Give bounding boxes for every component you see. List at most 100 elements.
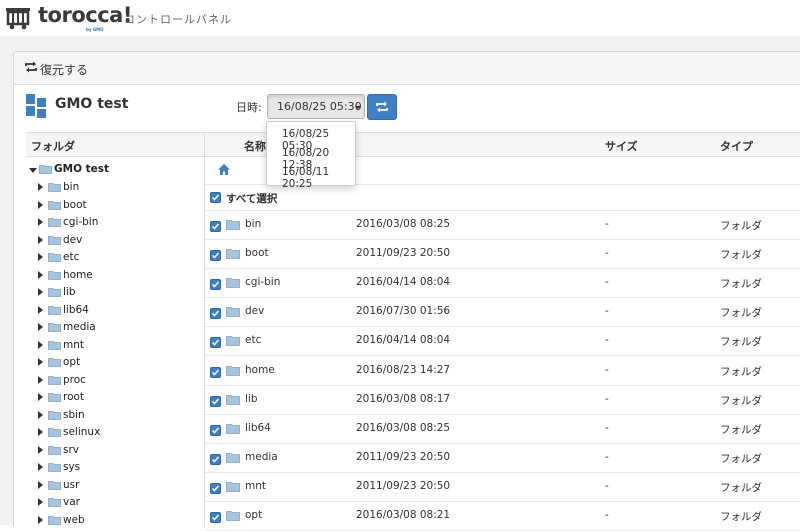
- tree-item-bin[interactable]: bin: [26, 181, 204, 195]
- panel-heading: 復元する: [14, 52, 800, 85]
- row-checkbox[interactable]: [210, 424, 221, 436]
- folder-icon: [48, 305, 61, 315]
- caret-right-icon[interactable]: [38, 183, 43, 191]
- folder-icon: [48, 253, 61, 262]
- select-all-checkbox[interactable]: [210, 192, 221, 203]
- table-row[interactable]: mnt 2011/09/23 20:50 - フォルダ: [205, 472, 800, 502]
- row-checkbox[interactable]: [210, 482, 221, 494]
- row-checkbox[interactable]: [210, 279, 221, 291]
- tree-item-web[interactable]: web: [26, 514, 204, 528]
- col-name-header[interactable]: 名称: [244, 138, 266, 154]
- caret-right-icon[interactable]: [38, 393, 43, 401]
- tree-item-cgi-bin[interactable]: cgi-bin: [26, 216, 204, 230]
- tree-item-usr[interactable]: usr: [26, 479, 204, 493]
- row-checkbox[interactable]: [210, 250, 221, 262]
- caret-right-icon[interactable]: [38, 410, 43, 419]
- row-name[interactable]: mnt: [245, 480, 266, 492]
- row-checkbox[interactable]: [210, 308, 221, 320]
- row-name[interactable]: lib64: [245, 422, 271, 434]
- caret-right-icon[interactable]: [38, 305, 43, 314]
- table-row[interactable]: bin 2016/03/08 08:25 - フォルダ: [205, 210, 800, 240]
- caret-right-icon[interactable]: [38, 375, 43, 384]
- row-checkbox[interactable]: [210, 337, 221, 349]
- tree-item-sys[interactable]: sys: [26, 461, 204, 475]
- row-name[interactable]: etc: [245, 334, 261, 346]
- tree-item-root[interactable]: root: [26, 391, 204, 405]
- tree-root[interactable]: GMO test: [26, 163, 204, 177]
- datetime-option[interactable]: 16/08/11 20:25: [282, 166, 355, 190]
- caret-right-icon[interactable]: [38, 200, 43, 209]
- tree-item-media[interactable]: media: [26, 321, 204, 335]
- row-name[interactable]: media: [245, 451, 278, 463]
- col-type-header[interactable]: タイプ: [720, 138, 753, 154]
- table-row[interactable]: lib 2016/03/08 08:17 - フォルダ: [205, 385, 800, 415]
- tree-item-lib64[interactable]: lib64: [26, 304, 204, 318]
- tree-item-proc[interactable]: proc: [26, 374, 204, 388]
- caret-right-icon[interactable]: [38, 253, 43, 261]
- table-row[interactable]: cgi-bin 2016/04/14 08:04 - フォルダ: [205, 268, 800, 299]
- col-size-header[interactable]: サイズ: [605, 138, 638, 154]
- table-row[interactable]: etc 2016/04/14 08:04 - フォルダ: [205, 326, 800, 357]
- tree-item-opt[interactable]: opt: [26, 356, 204, 370]
- table-row[interactable]: dev 2016/07/30 01:56 - フォルダ: [205, 297, 800, 328]
- row-name[interactable]: dev: [245, 305, 264, 317]
- logo-text[interactable]: torocca!: [38, 3, 132, 27]
- tree-item-var[interactable]: var: [26, 496, 204, 510]
- table-row[interactable]: boot 2011/09/23 20:50 - フォルダ: [205, 239, 800, 270]
- tree-item-selinux[interactable]: selinux: [26, 426, 204, 440]
- caret-right-icon[interactable]: [38, 235, 43, 244]
- tree-item-boot[interactable]: boot: [26, 199, 204, 213]
- folder-icon: [226, 307, 240, 318]
- tree-item-srv[interactable]: srv: [26, 444, 204, 458]
- tree-root-label: GMO test: [54, 163, 110, 175]
- folder-icon: [48, 323, 61, 332]
- folder-tree-header: フォルダ: [26, 133, 204, 157]
- caret-right-icon[interactable]: [38, 498, 43, 506]
- caret-right-icon[interactable]: [38, 463, 43, 471]
- table-row[interactable]: opt 2016/03/08 08:21 - フォルダ: [205, 501, 800, 531]
- row-size: -: [605, 509, 609, 521]
- caret-right-icon[interactable]: [38, 445, 43, 454]
- row-checkbox[interactable]: [210, 395, 221, 407]
- row-name[interactable]: boot: [245, 247, 269, 259]
- caret-right-icon[interactable]: [38, 340, 43, 349]
- tree-item-label: proc: [63, 373, 86, 386]
- row-name[interactable]: lib: [245, 393, 258, 405]
- tree-item-etc[interactable]: etc: [26, 251, 204, 265]
- tree-item-mnt[interactable]: mnt: [26, 339, 204, 353]
- caret-right-icon[interactable]: [38, 358, 43, 366]
- tree-item-home[interactable]: home: [26, 269, 204, 283]
- select-all-label: すべて選択: [226, 193, 278, 205]
- cart-logo-icon: [6, 8, 30, 30]
- row-checkbox[interactable]: [210, 366, 221, 378]
- caret-right-icon[interactable]: [38, 323, 43, 331]
- row-name[interactable]: home: [245, 364, 275, 376]
- caret-right-icon[interactable]: [38, 428, 43, 436]
- row-date: 2011/09/23 20:50: [356, 247, 451, 260]
- row-name[interactable]: opt: [245, 509, 262, 521]
- tree-item-sbin[interactable]: sbin: [26, 409, 204, 423]
- caret-right-icon[interactable]: [38, 218, 43, 226]
- row-checkbox[interactable]: [210, 453, 221, 465]
- datetime-menu: 16/08/25 05:30 16/08/20 12:38 16/08/11 2…: [266, 121, 356, 190]
- row-name[interactable]: bin: [245, 218, 261, 230]
- caret-right-icon[interactable]: [38, 288, 43, 296]
- home-icon[interactable]: [218, 164, 230, 175]
- row-type: フォルダ: [720, 394, 762, 407]
- caret-right-icon[interactable]: [38, 270, 43, 279]
- refresh-button[interactable]: [367, 94, 397, 120]
- table-row[interactable]: lib64 2016/03/08 08:25 - フォルダ: [205, 414, 800, 444]
- table-row[interactable]: home 2016/08/23 14:27 - フォルダ: [205, 356, 800, 386]
- caret-down-icon[interactable]: [29, 168, 37, 173]
- table-row[interactable]: media 2011/09/23 20:50 - フォルダ: [205, 443, 800, 473]
- tree-item-lib[interactable]: lib: [26, 286, 204, 300]
- row-checkbox[interactable]: [210, 512, 221, 523]
- caret-right-icon[interactable]: [38, 480, 43, 489]
- row-checkbox[interactable]: [210, 221, 221, 232]
- server-name: GMO test: [55, 96, 129, 112]
- datetime-dropdown[interactable]: 16/08/25 05:30: [267, 94, 365, 119]
- folder-icon: [226, 394, 240, 405]
- tree-item-dev[interactable]: dev: [26, 234, 204, 248]
- caret-right-icon[interactable]: [38, 515, 43, 524]
- row-name[interactable]: cgi-bin: [245, 276, 280, 288]
